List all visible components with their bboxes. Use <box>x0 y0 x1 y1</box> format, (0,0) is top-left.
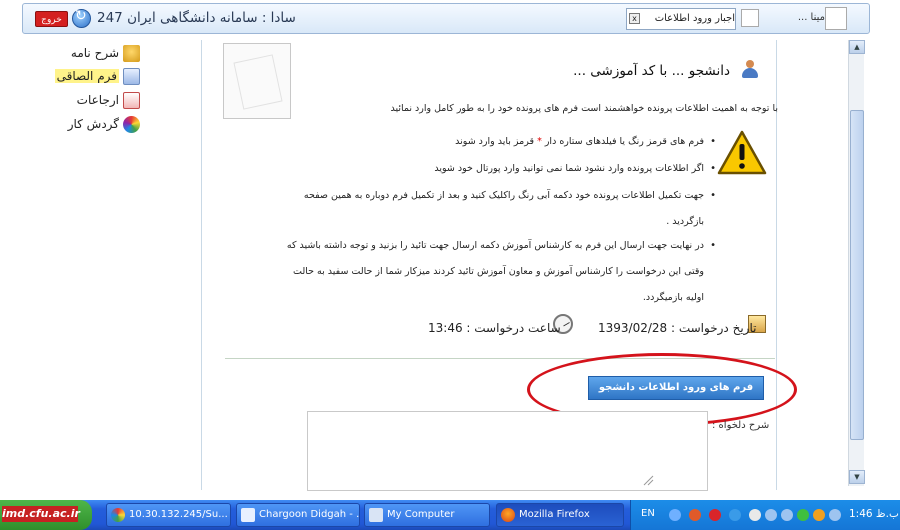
required-star: * <box>534 136 545 147</box>
envelope-icon <box>123 44 140 62</box>
sidebar-item-label: ارجاعات <box>76 93 119 107</box>
update-icon[interactable] <box>797 509 809 521</box>
taskbar-item-firefox[interactable]: Mozilla Firefox <box>496 503 624 527</box>
chat-icon[interactable] <box>813 509 825 521</box>
form-icon <box>123 67 140 85</box>
chrome-icon <box>111 508 125 522</box>
sidebar-item-label: فرم الصاقی <box>54 69 119 83</box>
exit-button[interactable]: خروج <box>35 11 68 27</box>
clock: 1:46 ب.ظ <box>849 508 899 520</box>
user-name: مینا ... <box>797 12 825 23</box>
volume-icon[interactable] <box>749 509 761 521</box>
usb-icon[interactable] <box>781 509 793 521</box>
computer-icon <box>369 508 383 522</box>
taskbar-item-my-computer[interactable]: My Computer <box>364 503 490 527</box>
scroll-up-icon[interactable]: ▲ <box>849 40 865 54</box>
workflow-icon <box>123 115 140 133</box>
network-icon[interactable] <box>669 509 681 521</box>
antivirus-icon[interactable] <box>709 509 721 521</box>
resize-grip-icon[interactable] <box>640 472 654 486</box>
firefox-tray-icon[interactable] <box>689 509 701 521</box>
sidebar-item-referrals[interactable]: ارجاعات <box>77 90 140 110</box>
instruction-bullet: فرم های قرمز رنگ یا فیلدهای ستاره دار * … <box>274 129 716 155</box>
referrals-icon <box>123 91 140 109</box>
avatar[interactable] <box>825 7 847 30</box>
notification-tab[interactable]: x اجبار ورود اطلاعات <box>626 8 736 30</box>
taskbar: start 10.30.132.245/Su... Chargoon Didga… <box>0 500 900 530</box>
instruction-bullet: اگر اطلاعات پرونده وارد نشود شما نمی توا… <box>274 156 716 182</box>
display-icon[interactable] <box>765 509 777 521</box>
taskbar-item-chargoon[interactable]: Chargoon Didgah - ... <box>236 503 360 527</box>
refresh-icon[interactable] <box>72 8 91 28</box>
sidebar-item-label: شرح نامه <box>70 46 119 60</box>
sidebar: شرح نامه فرم الصاقی ارجاعات گردش کار <box>22 40 140 140</box>
sidebar-item-label: گردش کار <box>67 117 119 131</box>
ie-tray-icon[interactable] <box>729 509 741 521</box>
user-icon <box>738 60 762 80</box>
request-time: ساعت درخواست : 13:46 <box>428 321 561 335</box>
scroll-down-icon[interactable]: ▼ <box>849 470 865 484</box>
sidebar-item-attached-form[interactable]: فرم الصاقی <box>54 66 140 86</box>
ie-window-icon <box>241 508 255 522</box>
student-photo <box>223 43 291 119</box>
intro-text: با توجه به اهمیت اطلاعات پرونده خواهشمند… <box>390 103 779 114</box>
scroll-thumb[interactable] <box>850 110 864 440</box>
instruction-bullet: در نهایت جهت ارسال این فرم به کارشناس آم… <box>274 233 716 311</box>
firefox-icon <box>501 508 515 522</box>
title-bar: خروج سادا : سامانه دانشگاهی ایران 247 x … <box>22 3 870 34</box>
panel-border <box>201 40 202 490</box>
speaker-icon[interactable] <box>829 509 841 521</box>
warning-icon <box>717 130 767 175</box>
request-date: تاریخ درخواست : 1393/02/28 <box>598 321 757 335</box>
instruction-bullet: جهت تکمیل اطلاعات پرونده خود دکمه آبی رن… <box>274 183 716 235</box>
app-title: سادا : سامانه دانشگاهی ایران 247 <box>97 10 296 26</box>
student-heading: دانشجو ... با کد آموزشی ... <box>573 63 730 79</box>
watermark: imd.cfu.ac.ir <box>2 506 80 522</box>
close-icon[interactable]: x <box>629 13 640 24</box>
notification-tab-label: اجبار ورود اطلاعات <box>654 13 735 24</box>
sidebar-item-letter-description[interactable]: شرح نامه <box>71 43 140 63</box>
sidebar-item-workflow[interactable]: گردش کار <box>68 114 140 134</box>
taskbar-item-chrome[interactable]: 10.30.132.245/Su... <box>106 503 231 527</box>
language-indicator[interactable]: EN <box>641 508 655 519</box>
document-icon <box>741 9 759 27</box>
description-label: شرح دلخواه : <box>712 420 770 431</box>
system-tray: EN 1:46 ب.ظ <box>630 500 900 530</box>
vertical-scrollbar[interactable]: ▲ ▼ <box>848 40 865 486</box>
